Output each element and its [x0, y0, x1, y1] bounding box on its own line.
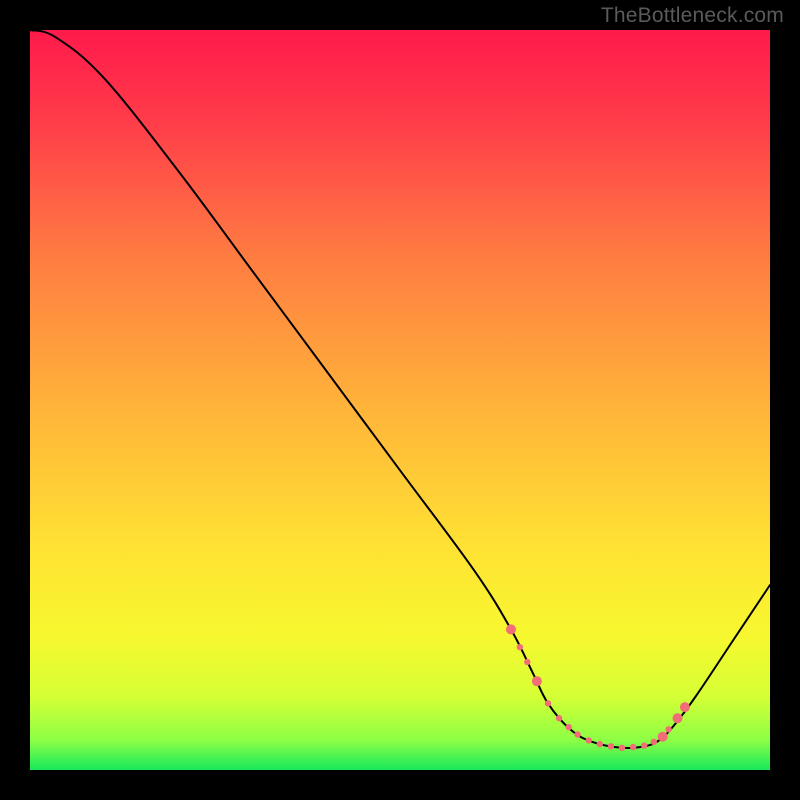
marker-point — [619, 745, 625, 751]
chart-container: TheBottleneck.com — [0, 0, 800, 800]
marker-point — [532, 676, 542, 686]
marker-point — [665, 726, 671, 732]
marker-point — [506, 624, 516, 634]
marker-point — [641, 742, 647, 748]
plot-area — [30, 30, 770, 770]
watermark-label: TheBottleneck.com — [601, 4, 784, 28]
marker-point — [680, 702, 690, 712]
marker-point — [673, 713, 683, 723]
marker-point — [658, 732, 668, 742]
marker-point — [586, 737, 592, 743]
marker-point — [545, 700, 551, 706]
marker-point — [651, 739, 657, 745]
marker-point — [566, 724, 572, 730]
marker-point — [608, 743, 614, 749]
marker-point — [630, 744, 636, 750]
marker-point — [556, 715, 562, 721]
marker-point — [597, 741, 603, 747]
marker-point — [574, 731, 580, 737]
chart-svg — [0, 0, 800, 800]
marker-point — [517, 644, 523, 650]
marker-point — [524, 659, 530, 665]
